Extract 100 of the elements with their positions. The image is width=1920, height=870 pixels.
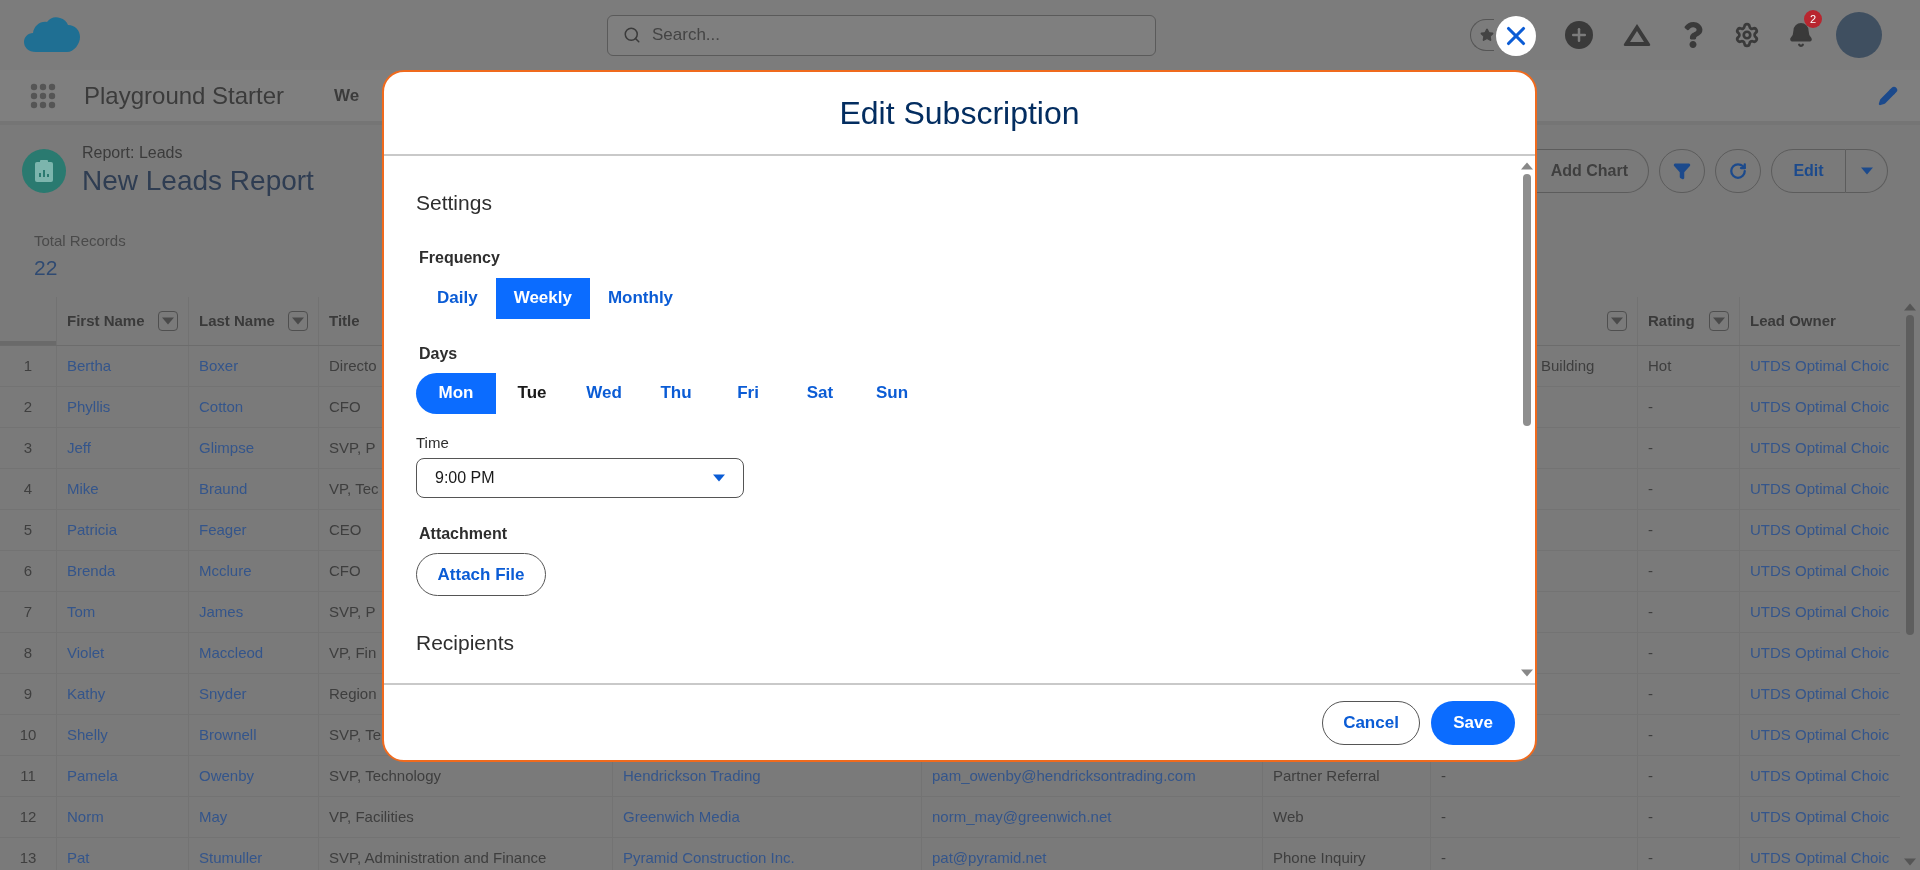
table-link[interactable]: UTDS Optimal Choic [1750,805,1890,829]
scroll-up-icon [1904,303,1916,311]
scrollbar-thumb[interactable] [1906,315,1914,635]
table-cell-text: - [1648,642,1653,663]
table-link[interactable]: Pat [67,846,90,870]
table-link[interactable]: Kathy [67,682,106,706]
table-cell-text: - [1648,437,1653,458]
table-cell-text: - [1441,765,1446,786]
table-link[interactable]: Boxer [199,354,239,378]
row-number: 10 [19,724,37,745]
day-option[interactable]: Wed [568,372,640,414]
table-link[interactable]: Hendrickson Trading [623,764,761,788]
add-icon[interactable] [1565,21,1593,49]
caret-icon [713,474,725,482]
column-header[interactable]: Rating [1648,309,1695,333]
column-filter-button[interactable] [158,311,178,331]
table-link[interactable]: UTDS Optimal Choic [1750,641,1890,665]
nav-tab[interactable]: We [334,82,360,109]
column-header[interactable]: Title [329,309,360,333]
frequency-option[interactable]: Monthly [589,277,692,319]
table-link[interactable]: UTDS Optimal Choic [1750,723,1890,747]
table-link[interactable]: Cotton [199,395,244,419]
table-link[interactable]: Pyramid Construction Inc. [623,846,795,870]
table-link[interactable]: Mcclure [199,559,252,583]
table-link[interactable]: UTDS Optimal Choic [1750,764,1890,788]
table-link[interactable]: Patricia [67,518,118,542]
table-link[interactable]: Owenby [199,764,255,788]
table-cell-text: - [1648,396,1653,417]
table-cell-text: CFO [329,396,361,417]
table-link[interactable]: Mike [67,477,99,501]
row-number: 3 [23,437,33,458]
row-number: 9 [23,683,33,704]
table-cell-text: - [1648,519,1653,540]
table-link[interactable]: UTDS Optimal Choic [1750,477,1890,501]
edit-icon[interactable] [1878,85,1898,106]
table-link[interactable]: Greenwich Media [623,805,740,829]
table-link[interactable]: UTDS Optimal Choic [1750,518,1890,542]
scrollbar-thumb[interactable] [1523,174,1531,426]
frequency-option[interactable]: Weekly [495,277,590,319]
day-option[interactable]: Sun [856,372,928,414]
table-link[interactable]: UTDS Optimal Choic [1750,682,1890,706]
table-cell-text: - [1441,806,1446,827]
table-link[interactable]: UTDS Optimal Choic [1750,846,1890,870]
table-link[interactable]: Pamela [67,764,118,788]
time-select[interactable]: 9:00 PM [416,458,744,498]
field-label: Attachment [419,524,507,544]
table-link[interactable]: UTDS Optimal Choic [1750,600,1890,624]
table-link[interactable]: Braund [199,477,248,501]
avatar[interactable] [1836,12,1882,58]
table-link[interactable]: norm_may@greenwich.net [932,805,1112,829]
bell-icon[interactable] [1788,22,1814,48]
table-link[interactable]: Brownell [199,723,257,747]
table-cell-text: SVP, Administration and Finance [329,847,547,868]
table-link[interactable]: Stumuller [199,846,263,870]
day-option[interactable]: Mon [416,372,496,414]
table-link[interactable]: May [199,805,228,829]
table-link[interactable]: Maccleod [199,641,264,665]
field-label: Days [419,343,458,364]
save-button[interactable]: Save [1431,700,1515,745]
column-filter-button[interactable] [1607,311,1627,331]
refresh-icon [1729,161,1747,180]
table-link[interactable]: Phyllis [67,395,111,419]
search-field[interactable]: Search... [607,14,1156,56]
table-link[interactable]: Snyder [199,682,247,706]
column-header[interactable]: First Name [67,309,145,333]
caret-icon [1713,317,1725,325]
table-link[interactable]: UTDS Optimal Choic [1750,436,1890,460]
column-header[interactable]: Last Name [199,309,275,333]
day-option[interactable]: Thu [640,372,712,414]
table-link[interactable]: Violet [67,641,105,665]
table-link[interactable]: Jeff [67,436,91,460]
table-link[interactable]: James [199,600,244,624]
table-link[interactable]: UTDS Optimal Choic [1750,354,1890,378]
table-cell-text: Directo [329,355,377,376]
table-link[interactable]: UTDS Optimal Choic [1750,395,1890,419]
mountain-icon[interactable] [1622,22,1652,48]
table-link[interactable]: Bertha [67,354,112,378]
table-link[interactable]: Tom [67,600,96,624]
settings-icon[interactable] [1734,22,1760,48]
table-link[interactable]: Norm [67,805,104,829]
day-option[interactable]: Sat [784,372,856,414]
app-launcher-icon[interactable] [30,82,56,109]
column-header[interactable]: Lead Owner [1750,309,1836,333]
row-number: 7 [23,601,33,622]
table-link[interactable]: Feager [199,518,247,542]
table-link[interactable]: Shelly [67,723,108,747]
caret-icon [1611,317,1623,325]
table-link[interactable]: Glimpse [199,436,254,460]
table-link[interactable]: UTDS Optimal Choic [1750,559,1890,583]
frequency-option[interactable]: Daily [419,277,496,319]
table-link[interactable]: pam_owenby@hendricksontrading.com [932,764,1196,788]
column-filter-button[interactable] [1709,311,1729,331]
day-option[interactable]: Tue [496,372,568,414]
report-title: New Leads Report [82,164,314,198]
table-link[interactable]: pat@pyramid.net [932,846,1047,870]
column-filter-button[interactable] [288,311,308,331]
day-option[interactable]: Fri [712,372,784,414]
field-label: Frequency [419,247,500,268]
row-number: 2 [23,396,33,417]
table-link[interactable]: Brenda [67,559,116,583]
